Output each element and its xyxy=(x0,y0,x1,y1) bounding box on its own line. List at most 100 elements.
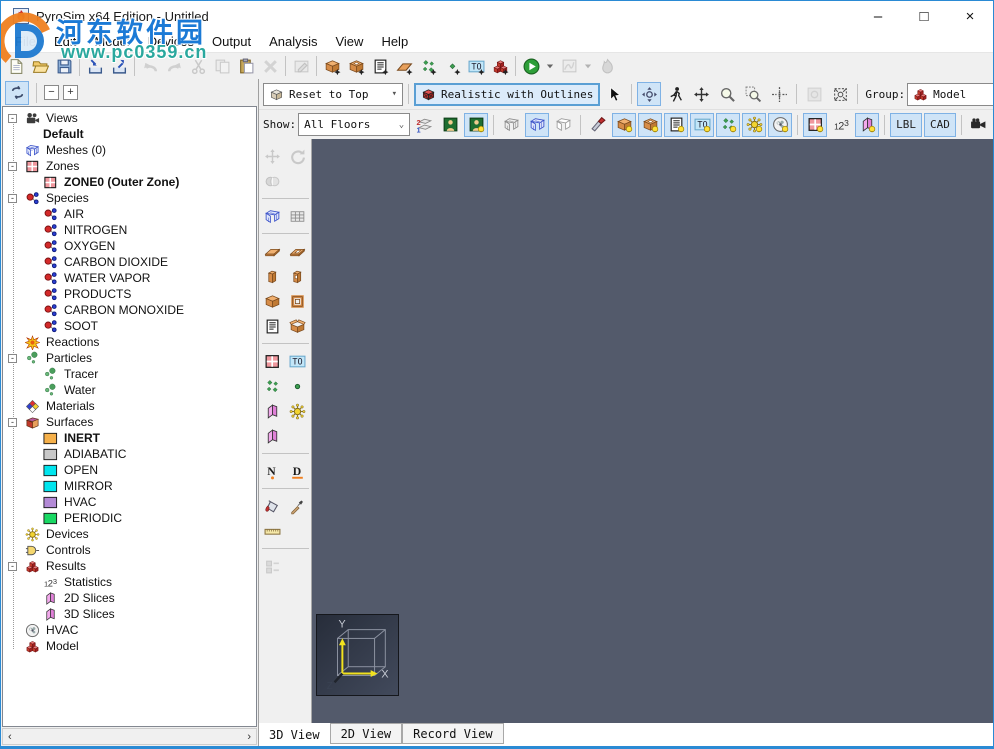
save-button[interactable] xyxy=(52,54,76,78)
collapse-expander[interactable]: - xyxy=(8,162,17,171)
menu-devices[interactable]: Devices xyxy=(139,32,203,51)
filter-button[interactable] xyxy=(5,81,29,105)
fit-view-button[interactable] xyxy=(828,82,852,106)
tree-item-products[interactable]: PRODUCTS xyxy=(3,286,256,302)
tree-item-adiabatic[interactable]: ADIABATIC xyxy=(3,446,256,462)
floors-button[interactable]: 21 xyxy=(412,113,436,137)
tree-item-mirror[interactable]: MIRROR xyxy=(3,478,256,494)
tree-item-nitrogen[interactable]: NITROGEN xyxy=(3,222,256,238)
tree-item-water[interactable]: Water xyxy=(3,382,256,398)
run-button[interactable] xyxy=(519,54,543,78)
-button[interactable]: + xyxy=(63,85,78,100)
open-button[interactable] xyxy=(28,54,52,78)
tree-item-controls[interactable]: Controls xyxy=(3,542,256,558)
slab-button[interactable] xyxy=(261,239,285,263)
new-hole-button[interactable] xyxy=(344,54,368,78)
tree-item-hvac[interactable]: HVAC xyxy=(3,622,256,638)
grid-button[interactable] xyxy=(286,204,310,228)
tree-horizontal-scrollbar[interactable]: ‹ › xyxy=(2,728,257,745)
3d-viewport[interactable]: Y X Z xyxy=(312,139,993,723)
tree-item-2d-slices[interactable]: 2D Slices xyxy=(3,590,256,606)
collapse-expander[interactable]: - xyxy=(8,418,17,427)
cad-button[interactable]: CAD xyxy=(924,113,956,137)
tree-item-particles[interactable]: -Particles xyxy=(3,350,256,366)
menu-file[interactable]: File xyxy=(6,32,45,51)
export-button[interactable] xyxy=(107,54,131,78)
wall-button[interactable] xyxy=(261,264,285,288)
notes-button[interactable] xyxy=(261,314,285,338)
new-particle-button[interactable] xyxy=(440,54,464,78)
zoom-button[interactable] xyxy=(715,82,739,106)
walk-button[interactable] xyxy=(663,82,687,106)
import-button[interactable] xyxy=(83,54,107,78)
tree-item-tracer[interactable]: Tracer xyxy=(3,366,256,382)
zoom-box-button[interactable] xyxy=(741,82,765,106)
to-visibility-button[interactable]: TO xyxy=(690,113,714,137)
camera-button[interactable] xyxy=(967,113,991,137)
hole-visibility-button[interactable] xyxy=(638,113,662,137)
meshw-button[interactable] xyxy=(551,113,575,137)
menu-view[interactable]: View xyxy=(326,32,372,51)
show-floors-combo[interactable]: All Floors ⌄ xyxy=(298,113,410,136)
menu-help[interactable]: Help xyxy=(372,32,417,51)
scroll-left-arrow[interactable]: ‹ xyxy=(8,731,12,743)
maximize-button[interactable]: □ xyxy=(901,1,947,31)
tree-item-soot[interactable]: SOOT xyxy=(3,318,256,334)
menu-model[interactable]: Model xyxy=(85,32,138,51)
file-button[interactable] xyxy=(4,54,28,78)
tree-item-water-vapor[interactable]: WATER VAPOR xyxy=(3,270,256,286)
zoom-center-button[interactable] xyxy=(767,82,791,106)
dot-button[interactable] xyxy=(286,374,310,398)
tree-item-species[interactable]: -Species xyxy=(3,190,256,206)
minimize-button[interactable]: – xyxy=(855,1,901,31)
actor-visibility-button[interactable] xyxy=(464,113,488,137)
tree-item-hvac[interactable]: HVAC xyxy=(3,494,256,510)
tab-record-view[interactable]: Record View xyxy=(402,723,503,744)
collapse-expander[interactable]: - xyxy=(8,114,17,123)
scroll-right-arrow[interactable]: › xyxy=(247,731,251,743)
open-box-button[interactable] xyxy=(286,314,310,338)
menu-output[interactable]: Output xyxy=(203,32,260,51)
render-mode-combo[interactable]: Realistic with Outlines xyxy=(414,83,600,106)
notes-visibility-button[interactable] xyxy=(664,113,688,137)
new-particles-button[interactable] xyxy=(416,54,440,78)
tree-item-model[interactable]: Model xyxy=(3,638,256,654)
tree-item-results[interactable]: -Results xyxy=(3,558,256,574)
meshb-button[interactable] xyxy=(525,113,549,137)
wall-hole-button[interactable] xyxy=(286,264,310,288)
close-button[interactable]: × xyxy=(947,1,993,31)
zone-button[interactable] xyxy=(261,349,285,373)
device-visibility-button[interactable] xyxy=(742,113,766,137)
slice-visibility-button[interactable] xyxy=(855,113,879,137)
particles-visibility-button[interactable] xyxy=(716,113,740,137)
tab-2d-view[interactable]: 2D View xyxy=(330,723,403,744)
tree-item-zone0-outer-zone[interactable]: ZONE0 (Outer Zone) xyxy=(3,174,256,190)
tree-item-materials[interactable]: Materials xyxy=(3,398,256,414)
slab-hole-button[interactable] xyxy=(286,239,310,263)
bucket-button[interactable] xyxy=(261,494,285,518)
tree-item-devices[interactable]: Devices xyxy=(3,526,256,542)
tree-item-inert[interactable]: INERT xyxy=(3,430,256,446)
stats-button[interactable]: 123 xyxy=(829,113,853,137)
tree-item-views[interactable]: -Views xyxy=(3,110,256,126)
tree-item-3d-slices[interactable]: 3D Slices xyxy=(3,606,256,622)
block-button[interactable] xyxy=(261,289,285,313)
new-block-button[interactable] xyxy=(320,54,344,78)
select-button[interactable] xyxy=(602,82,626,106)
meshg-button[interactable] xyxy=(499,113,523,137)
orbit-button[interactable] xyxy=(637,82,661,106)
tree-item-reactions[interactable]: Reactions xyxy=(3,334,256,350)
tree-item-meshes-0[interactable]: Meshes (0) xyxy=(3,142,256,158)
tree-item-zones[interactable]: -Zones xyxy=(3,158,256,174)
meshb-button[interactable] xyxy=(261,204,285,228)
group-combo[interactable]: Model ⌄ xyxy=(907,83,994,106)
knife-button[interactable] xyxy=(586,113,610,137)
zone-visibility-button[interactable] xyxy=(803,113,827,137)
to-button[interactable]: TO xyxy=(286,349,310,373)
device-button[interactable] xyxy=(286,399,310,423)
lbl-button[interactable]: LBL xyxy=(890,113,922,137)
block-frame-button[interactable] xyxy=(286,289,310,313)
tree-item-open[interactable]: OPEN xyxy=(3,462,256,478)
pan-button[interactable] xyxy=(689,82,713,106)
fan-visibility-button[interactable] xyxy=(768,113,792,137)
